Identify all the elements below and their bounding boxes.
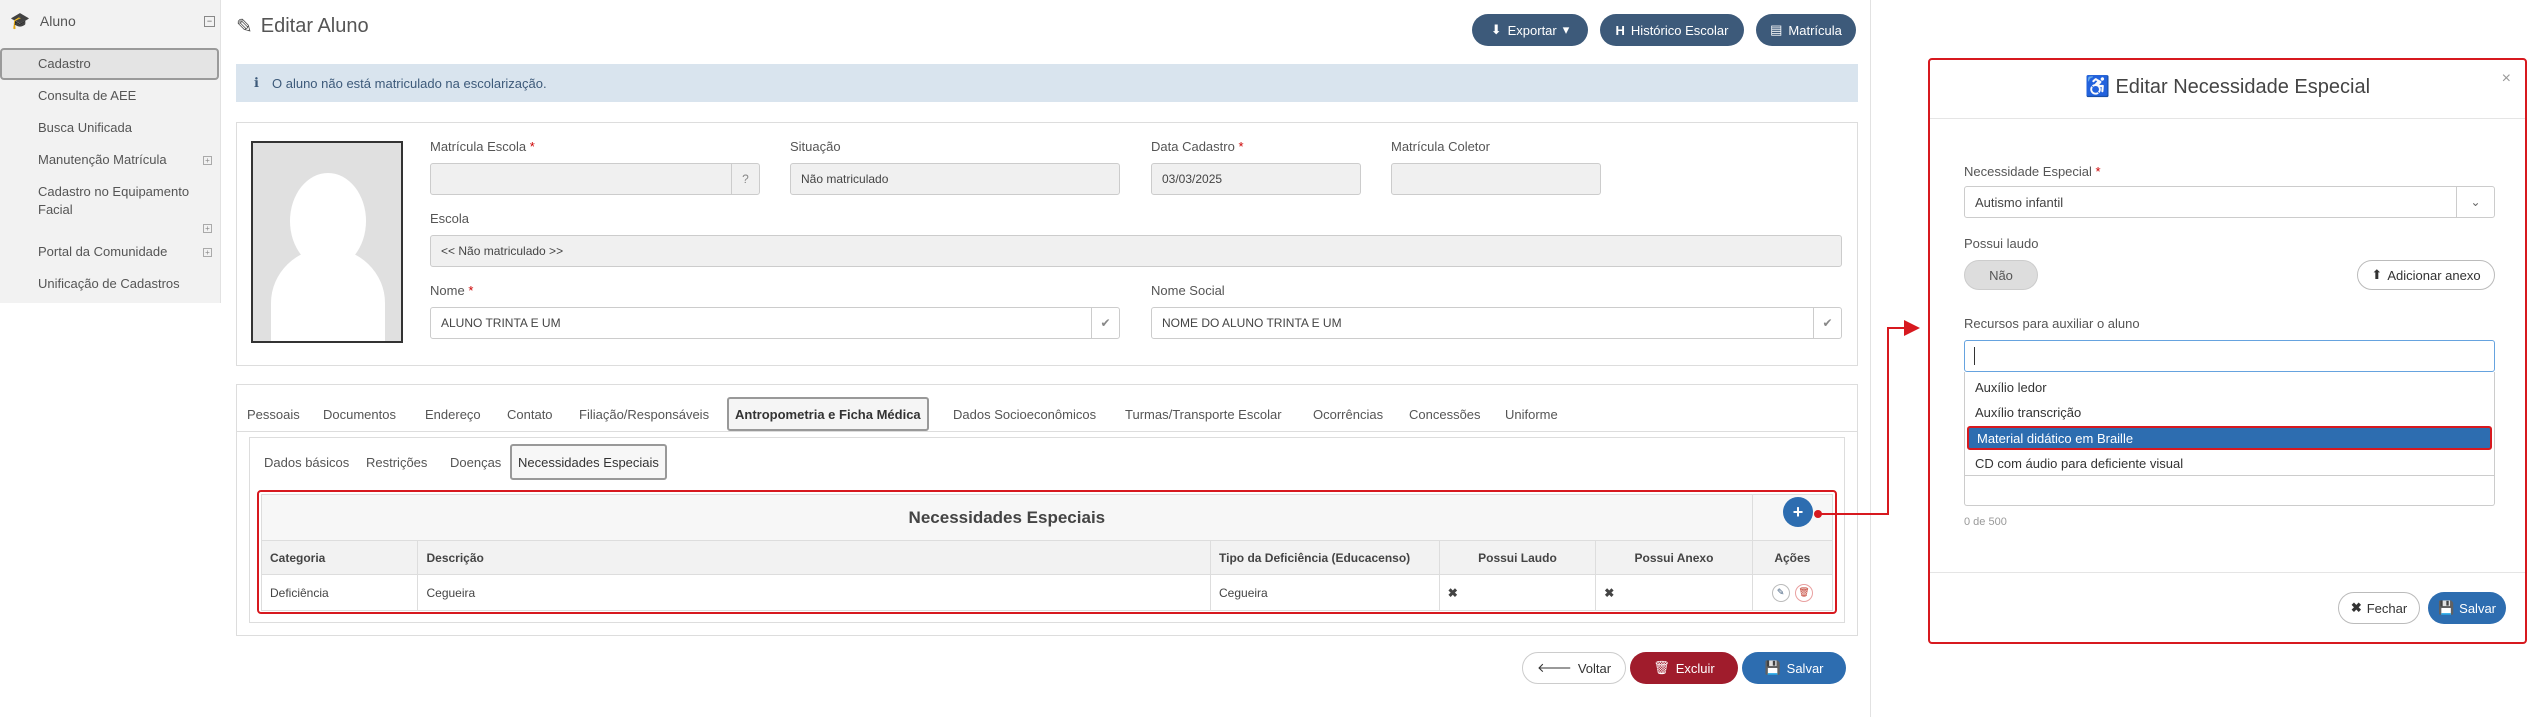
char-counter: 0 de 500 [1964, 516, 2007, 528]
close-icon: ✖ [2350, 600, 2362, 615]
modal-close-label: Fechar [2366, 600, 2408, 616]
modal-title-text: Editar Necessidade Especial [2115, 76, 2371, 98]
observacao-textarea[interactable] [1964, 476, 2495, 506]
add-attachment-button[interactable]: ⬆ Adicionar anexo [2357, 260, 2495, 290]
laudo-toggle[interactable]: Não [1964, 260, 2038, 290]
option-auxilio-transcricao[interactable]: Auxílio transcrição [1975, 405, 2081, 420]
recursos-dropdown: Auxílio ledor Auxílio transcrição Materi… [1964, 372, 2495, 476]
necessidade-label: Necessidade Especial * [1964, 164, 2101, 179]
upload-icon: ⬆ [2371, 267, 2383, 282]
wheelchair-icon: ♿ [2084, 76, 2110, 98]
text-cursor [1974, 347, 1975, 365]
floppy-icon: 💾 [2437, 600, 2455, 615]
necessidade-select[interactable]: Autismo infantil ⌄ [1964, 186, 2495, 218]
option-cd-audio[interactable]: CD com áudio para deficiente visual [1975, 456, 2183, 471]
modal-close-button[interactable]: ✖ Fechar [2338, 592, 2420, 624]
option-material-braille[interactable]: Material didático em Braille [1967, 426, 2492, 450]
edit-necessidade-modal: ♿ Editar Necessidade Especial × Necessid… [1928, 58, 2527, 644]
chevron-down-icon: ⌄ [2456, 187, 2494, 217]
modal-save-button[interactable]: 💾 Salvar [2428, 592, 2506, 624]
add-attachment-label: Adicionar anexo [2387, 267, 2481, 283]
close-icon[interactable]: × [2502, 70, 2511, 88]
laudo-label: Possui laudo [1964, 236, 2039, 251]
modal-save-label: Salvar [2459, 600, 2497, 616]
recursos-label: Recursos para auxiliar o aluno [1964, 316, 2140, 331]
option-auxilio-ledor[interactable]: Auxílio ledor [1975, 380, 2047, 395]
modal-title: ♿ Editar Necessidade Especial [1930, 74, 2525, 99]
recursos-input[interactable] [1964, 340, 2495, 372]
